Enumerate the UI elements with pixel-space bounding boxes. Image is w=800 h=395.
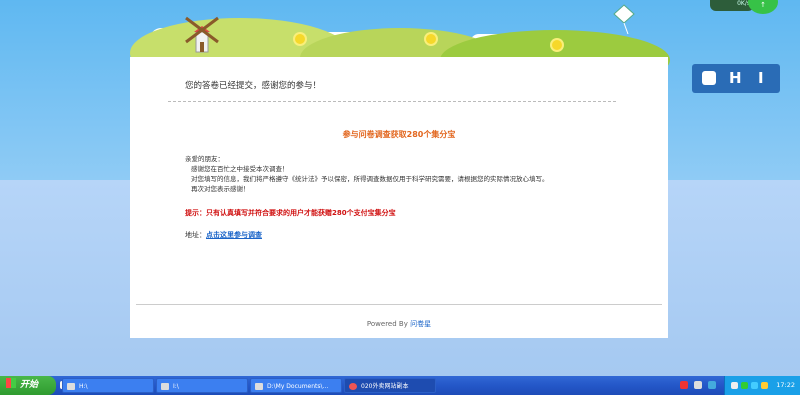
taskbar-item[interactable]: H:\ xyxy=(62,378,154,393)
help-icon[interactable] xyxy=(708,381,716,389)
taskbar-item-label: D:\My Documents\... xyxy=(267,383,329,390)
message-line: 对您填写的信息，我们将严格遵守《统计法》予以保密，所得调查数据仅用于科学研究需要… xyxy=(191,175,549,183)
powered-prefix: Powered By xyxy=(366,320,411,328)
greeting: 亲爱的朋友： xyxy=(185,155,224,163)
taskbar-item-active[interactable]: 020外卖网站副本 xyxy=(344,378,436,393)
page-title: 参与问卷调查获取280个集分宝 xyxy=(342,130,456,139)
app-icon[interactable] xyxy=(694,381,702,389)
browser-icon xyxy=(349,383,357,390)
start-button[interactable]: 开始 xyxy=(0,376,56,395)
taskbar-item-label: 020外卖网站副本 xyxy=(361,383,409,390)
tip-notice: 提示：只有认真填写并符合要求的用户才能获赠280个支付宝集分宝 xyxy=(185,209,396,217)
survey-link[interactable]: 点击这里参与调查 xyxy=(206,231,262,239)
taskbar-item-label: I:\ xyxy=(173,383,179,390)
windmill-icon xyxy=(185,16,219,53)
address-row: 地址：点击这里参与调查 xyxy=(185,230,262,240)
taskbar-item[interactable]: I:\ xyxy=(156,378,248,393)
windows-logo-icon xyxy=(6,378,16,388)
clock[interactable]: 17:22 xyxy=(776,376,795,395)
survey-complete-panel: 您的答卷已经提交，感谢您的参与！ 参与问卷调查获取280个集分宝 亲爱的朋友： … xyxy=(130,57,668,338)
folder-icon xyxy=(255,383,263,390)
widget-h-button[interactable]: H xyxy=(729,69,742,87)
flower-icon xyxy=(552,40,562,50)
tray-icon[interactable] xyxy=(731,382,738,389)
taskbar-item-label: H:\ xyxy=(79,383,88,390)
tray-icon[interactable] xyxy=(751,382,758,389)
footer-divider xyxy=(136,304,662,305)
taskbar: 开始 H:\ I:\ D:\My Documents\... 020外卖网站副本… xyxy=(0,376,800,395)
start-label: 开始 xyxy=(20,380,39,390)
flower-icon xyxy=(295,34,305,44)
bag-icon[interactable] xyxy=(702,71,716,85)
address-label: 地址： xyxy=(185,231,206,239)
flower-icon xyxy=(426,34,436,44)
security-icon[interactable] xyxy=(680,381,688,389)
divider xyxy=(168,101,616,102)
floating-toolbar-widget[interactable]: H I xyxy=(692,64,780,93)
powered-link[interactable]: 问卷星 xyxy=(410,320,431,328)
drive-icon xyxy=(67,383,75,390)
powered-by: Powered By 问卷星 xyxy=(130,319,668,329)
taskbar-item[interactable]: D:\My Documents\... xyxy=(250,378,342,393)
message-body: 亲爱的朋友： 感谢您在百忙之中接受本次调查！ 对您填写的信息，我们将严格遵守《统… xyxy=(185,154,549,194)
widget-i-button[interactable]: I xyxy=(758,69,764,87)
drive-icon xyxy=(161,383,169,390)
message-line: 再次对您表示感谢！ xyxy=(191,185,250,193)
tray-icon[interactable] xyxy=(761,382,768,389)
system-tray: 17:22 xyxy=(724,376,800,395)
tray-icon[interactable] xyxy=(741,382,748,389)
kite-icon xyxy=(613,4,635,34)
confirmation-message: 您的答卷已经提交，感谢您的参与！ xyxy=(185,81,322,91)
message-line: 感谢您在百忙之中接受本次调查！ xyxy=(191,165,289,173)
